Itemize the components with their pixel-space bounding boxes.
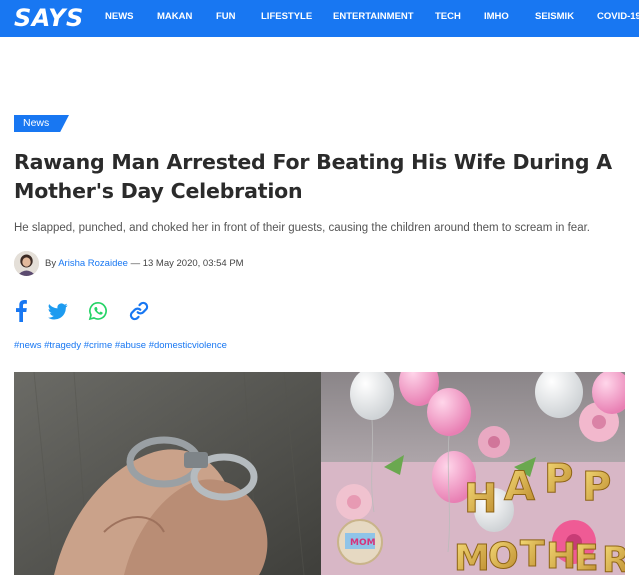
author-link[interactable]: Arisha Rozaidee [58, 258, 128, 269]
balloon-letter: O [488, 536, 519, 575]
link-icon[interactable] [128, 300, 150, 322]
balloon-badge: MOM [350, 538, 376, 548]
nav-item-entertainment[interactable]: ENTERTAINMENT [333, 11, 414, 23]
top-navigation-bar: SAYS NEWS MAKAN FUN LIFESTYLE ENTERTAINM… [0, 0, 639, 37]
hero-image: H A P P M O T H E R MOM [14, 372, 625, 575]
tag-link[interactable]: #domesticviolence [149, 340, 227, 351]
nav-item-imho[interactable]: IMHO [484, 11, 509, 23]
balloon-letter: E [574, 538, 599, 575]
nav-item-fun[interactable]: FUN [216, 11, 236, 23]
article-title: Rawang Man Arrested For Beating His Wife… [14, 150, 612, 203]
handcuff-photo [14, 372, 321, 575]
balloon-letter: T [520, 534, 545, 575]
tag-list: #news #tragedy #crime #abuse #domesticvi… [14, 340, 227, 352]
category-badge[interactable]: News [14, 115, 69, 132]
mothers-day-photo: H A P P M O T H E R MOM [321, 372, 625, 575]
twitter-icon[interactable] [48, 300, 70, 322]
nav-item-makan[interactable]: MAKAN [157, 11, 192, 23]
nav-item-news[interactable]: NEWS [105, 11, 134, 23]
balloon-letter: P [582, 464, 611, 510]
category-label: News [23, 117, 50, 129]
facebook-icon[interactable] [14, 300, 36, 322]
main-nav: NEWS MAKAN FUN LIFESTYLE ENTERTAINMENT T… [0, 0, 639, 37]
balloon-letter: R [602, 540, 625, 575]
article-summary: He slapped, punched, and choked her in f… [14, 222, 590, 234]
balloon-letter: H [546, 536, 576, 575]
nav-item-covid-19[interactable]: COVID-19 [597, 11, 639, 23]
publish-date: 13 May 2020, 03:54 PM [142, 258, 244, 269]
balloon-letter: A [504, 464, 535, 510]
whatsapp-icon[interactable] [88, 300, 110, 322]
author-avatar[interactable] [14, 251, 39, 276]
byline-text: By Arisha Rozaidee — 13 May 2020, 03:54 … [45, 258, 244, 270]
byline-separator: — [130, 258, 141, 269]
tag-link[interactable]: #abuse [115, 340, 146, 351]
nav-item-lifestyle[interactable]: LIFESTYLE [261, 11, 312, 23]
byline-prefix: By [45, 258, 57, 269]
tag-link[interactable]: #tragedy [44, 340, 81, 351]
tag-link[interactable]: #crime [84, 340, 113, 351]
nav-item-tech[interactable]: TECH [435, 11, 461, 23]
balloon-letter: P [544, 456, 573, 502]
balloon-letter: H [464, 476, 497, 522]
byline: By Arisha Rozaidee — 13 May 2020, 03:54 … [14, 251, 414, 277]
nav-item-seismik[interactable]: SEISMIK [535, 11, 574, 23]
tag-link[interactable]: #news [14, 340, 41, 351]
share-bar [14, 300, 154, 322]
balloon-letter: M [454, 538, 490, 575]
